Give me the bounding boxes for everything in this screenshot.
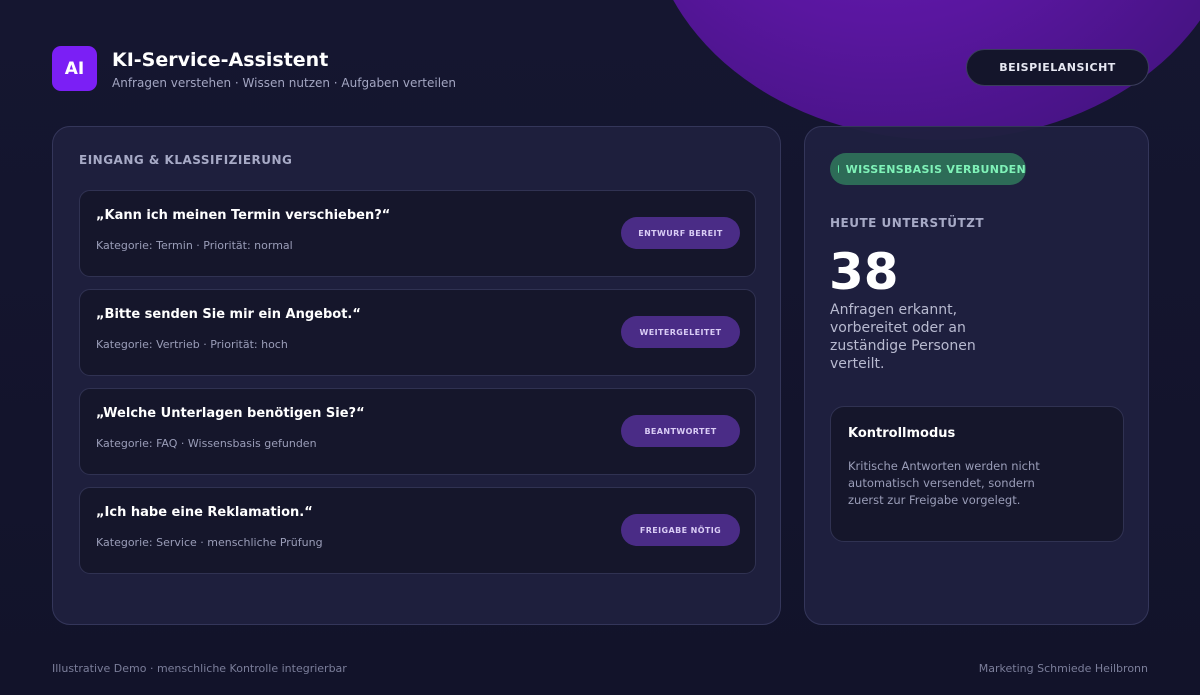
header: AI KI-Service-Assistent Anfragen versteh…: [52, 46, 456, 91]
intake-title: EINGANG & KLASSIFIZIERUNG: [79, 153, 293, 167]
demo-view-button[interactable]: BEISPIELANSICHT: [966, 49, 1149, 86]
header-titles: KI-Service-Assistent Anfragen verstehen …: [112, 48, 456, 90]
request-meta: Kategorie: Vertrieb · Priorität: hoch: [96, 338, 288, 351]
request-meta: Kategorie: FAQ · Wissensbasis gefunden: [96, 437, 317, 450]
status-dot-icon: [838, 165, 839, 173]
intake-panel: EINGANG & KLASSIFIZIERUNG „Kann ich mein…: [52, 126, 781, 625]
today-label: HEUTE UNTERSTÜTZT: [830, 216, 985, 230]
footer-note: Illustrative Demo · menschliche Kontroll…: [52, 662, 347, 675]
today-count: 38: [829, 243, 899, 301]
control-mode-box: Kontrollmodus Kritische Antworten werden…: [830, 406, 1124, 542]
control-mode-text: Kritische Antworten werden nicht automat…: [848, 459, 1040, 507]
request-question: „Ich habe eine Reklamation.“: [96, 505, 313, 520]
status-badge[interactable]: BEANTWORTET: [621, 415, 740, 447]
page: AI KI-Service-Assistent Anfragen versteh…: [0, 0, 1200, 695]
control-mode-title: Kontrollmodus: [848, 426, 956, 441]
request-card[interactable]: „Bitte senden Sie mir ein Angebot.“ Kate…: [79, 289, 756, 376]
footer-brand: Marketing Schmiede Heilbronn: [978, 662, 1148, 675]
request-card[interactable]: „Ich habe eine Reklamation.“ Kategorie: …: [79, 487, 756, 574]
request-question: „Bitte senden Sie mir ein Angebot.“: [96, 307, 361, 322]
status-badge[interactable]: ENTWURF BEREIT: [621, 217, 740, 249]
status-badge[interactable]: FREIGABE NÖTIG: [621, 514, 740, 546]
request-meta: Kategorie: Service · menschliche Prüfung: [96, 536, 323, 549]
request-card[interactable]: „Kann ich meinen Termin verschieben?“ Ka…: [79, 190, 756, 277]
knowledge-base-status: WISSENSBASIS VERBUNDEN: [830, 153, 1026, 185]
app-title: KI-Service-Assistent: [112, 48, 329, 71]
today-description: Anfragen erkannt, vorbereitet oder an zu…: [830, 302, 976, 372]
app-subtitle: Anfragen verstehen · Wissen nutzen · Auf…: [112, 75, 457, 90]
knowledge-base-label: WISSENSBASIS VERBUNDEN: [845, 162, 1026, 176]
stats-panel: WISSENSBASIS VERBUNDEN HEUTE UNTERSTÜTZT…: [804, 126, 1149, 625]
status-badge[interactable]: WEITERGELEITET: [621, 316, 740, 348]
request-question: „Welche Unterlagen benötigen Sie?“: [96, 406, 365, 421]
request-card[interactable]: „Welche Unterlagen benötigen Sie?“ Kateg…: [79, 388, 756, 475]
request-question: „Kann ich meinen Termin verschieben?“: [96, 208, 391, 223]
request-meta: Kategorie: Termin · Priorität: normal: [96, 239, 293, 252]
app-logo: AI: [52, 46, 97, 91]
